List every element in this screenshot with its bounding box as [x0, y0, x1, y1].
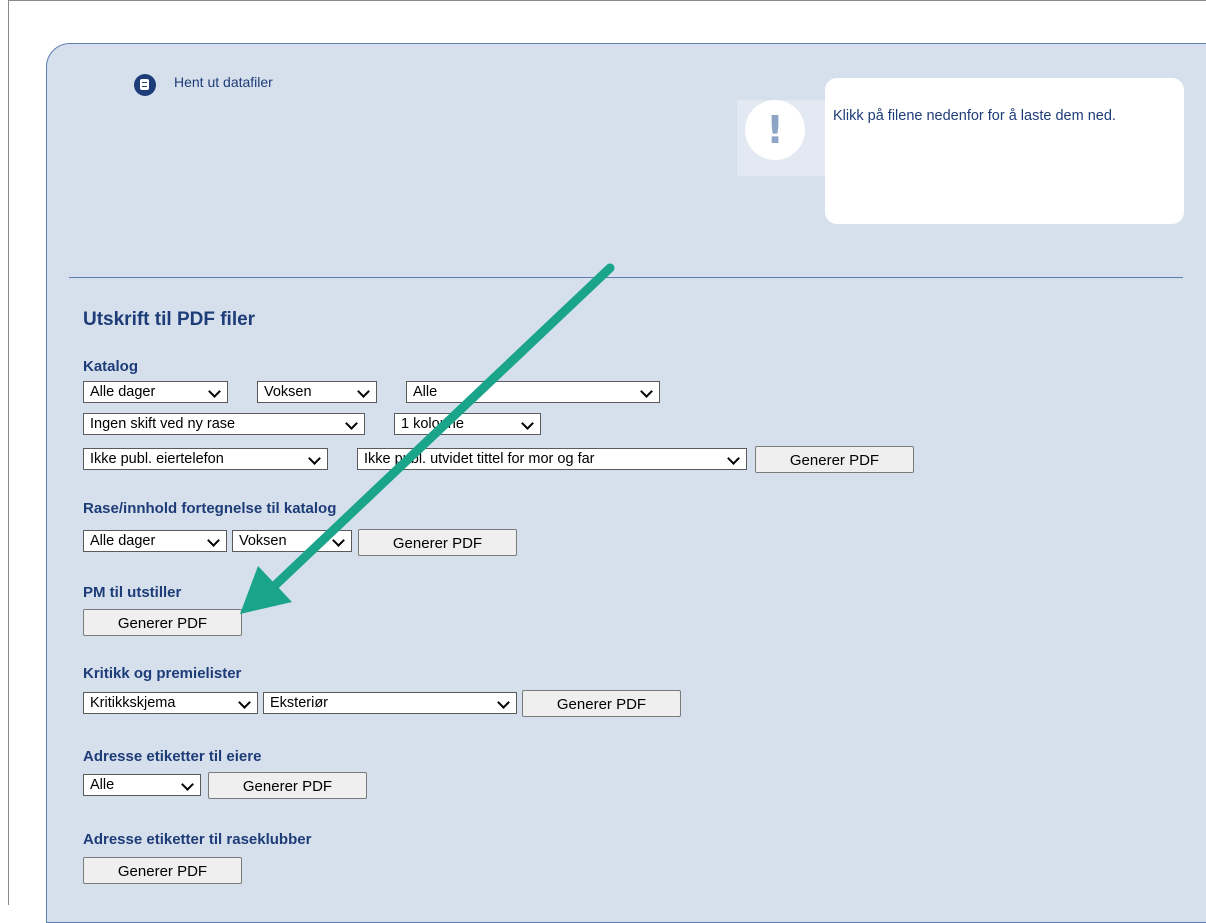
katalog-days-value: Alle dager: [90, 384, 156, 400]
kritikk-form-select[interactable]: Eksteriør: [263, 692, 517, 714]
katalog-shift-value: Ingen skift ved ny rase: [90, 416, 236, 432]
kritikk-type-value: Kritikkskjema: [90, 695, 176, 711]
chevron-down-icon: [345, 417, 358, 430]
kritikk-label: Kritikk og premielister: [83, 665, 242, 682]
download-data-files-link[interactable]: Hent ut datafiler: [134, 71, 273, 96]
section-title: Utskrift til PDF filer: [83, 309, 256, 330]
chevron-down-icon: [308, 452, 321, 465]
rase-days-select[interactable]: Alle dager: [83, 530, 227, 552]
info-callout: ! Klikk på filene nedenfor for å laste d…: [737, 78, 1184, 224]
katalog-breed-select[interactable]: Alle: [406, 381, 660, 403]
katalog-phone-value: Ikke publ. eiertelefon: [90, 451, 224, 467]
katalog-title-value: Ikke publ. utvidet tittel for mor og far: [364, 451, 595, 467]
section-divider: [69, 277, 1183, 278]
katalog-columns-select[interactable]: 1 kolonne: [394, 413, 541, 435]
adresse-klubber-generate-pdf-button[interactable]: Generer PDF: [83, 857, 242, 884]
chevron-down-icon: [332, 534, 345, 547]
chevron-down-icon: [357, 385, 370, 398]
exclamation-icon: !: [745, 100, 805, 160]
chevron-down-icon: [208, 385, 221, 398]
info-bubble: Klikk på filene nedenfor for å laste dem…: [825, 78, 1184, 224]
adresse-klubber-label: Adresse etiketter til raseklubber: [83, 831, 312, 848]
chevron-down-icon: [181, 778, 194, 791]
adresse-eiere-filter-select[interactable]: Alle: [83, 774, 201, 796]
katalog-shift-select[interactable]: Ingen skift ved ny rase: [83, 413, 365, 435]
kritikk-type-select[interactable]: Kritikkskjema: [83, 692, 258, 714]
info-message: Klikk på filene nedenfor for å laste dem…: [833, 108, 1116, 124]
katalog-days-select[interactable]: Alle dager: [83, 381, 228, 403]
rase-class-select[interactable]: Voksen: [232, 530, 352, 552]
katalog-breed-value: Alle: [413, 384, 438, 400]
document-icon: [134, 74, 156, 96]
katalog-phone-select[interactable]: Ikke publ. eiertelefon: [83, 448, 328, 470]
katalog-generate-pdf-button[interactable]: Generer PDF: [755, 446, 914, 473]
rase-generate-pdf-button[interactable]: Generer PDF: [358, 529, 517, 556]
katalog-class-value: Voksen: [264, 384, 312, 400]
rase-class-value: Voksen: [239, 533, 287, 549]
katalog-class-select[interactable]: Voksen: [257, 381, 377, 403]
kritikk-form-value: Eksteriør: [270, 695, 328, 711]
adresse-eiere-generate-pdf-button[interactable]: Generer PDF: [208, 772, 367, 799]
katalog-label: Katalog: [83, 358, 139, 375]
rase-label: Rase/innhold fortegnelse til katalog: [83, 500, 337, 517]
chevron-down-icon: [238, 696, 251, 709]
adresse-eiere-filter-value: Alle: [90, 777, 115, 793]
katalog-columns-value: 1 kolonne: [401, 416, 464, 432]
download-data-files-label: Hent ut datafiler: [174, 74, 273, 90]
window-border-left: [8, 0, 9, 905]
rase-days-value: Alle dager: [90, 533, 156, 549]
pm-generate-pdf-button[interactable]: Generer PDF: [83, 609, 242, 636]
pm-label: PM til utstiller: [83, 584, 182, 601]
chevron-down-icon: [727, 452, 740, 465]
kritikk-generate-pdf-button[interactable]: Generer PDF: [522, 690, 681, 717]
chevron-down-icon: [207, 534, 220, 547]
katalog-title-select[interactable]: Ikke publ. utvidet tittel for mor og far: [357, 448, 747, 470]
chevron-down-icon: [640, 385, 653, 398]
chevron-down-icon: [497, 696, 510, 709]
window-border-top: [8, 0, 1206, 1]
adresse-eiere-label: Adresse etiketter til eiere: [83, 748, 262, 765]
chevron-down-icon: [521, 417, 534, 430]
